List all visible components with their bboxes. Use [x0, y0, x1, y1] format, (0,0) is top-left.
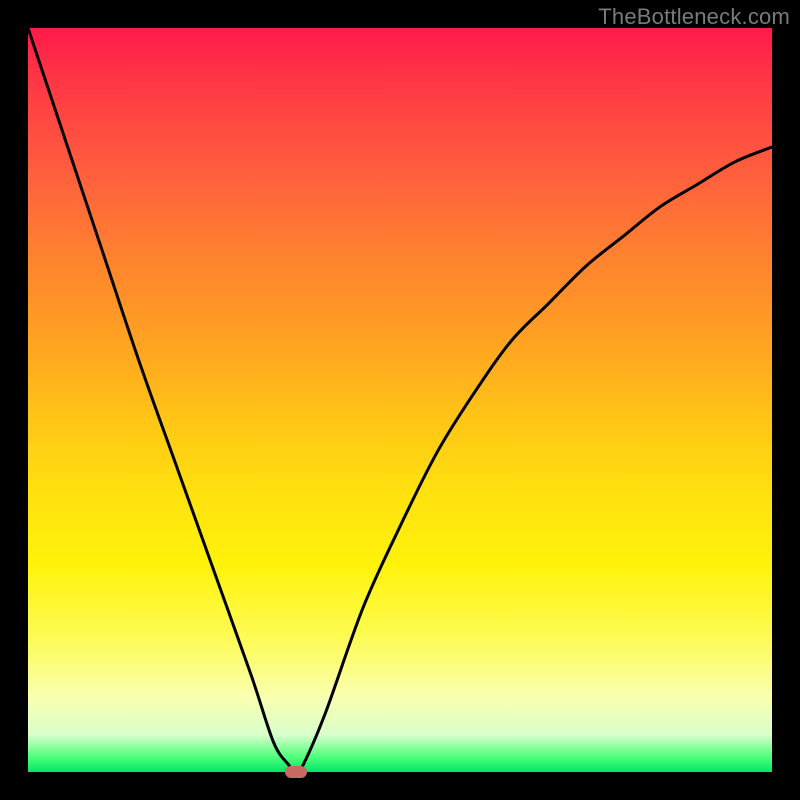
chart-frame: TheBottleneck.com	[0, 0, 800, 800]
plot-area	[28, 28, 772, 772]
curve-svg	[28, 28, 772, 772]
optimum-marker	[285, 766, 307, 778]
bottleneck-curve-path	[28, 28, 772, 772]
watermark-text: TheBottleneck.com	[598, 4, 790, 30]
